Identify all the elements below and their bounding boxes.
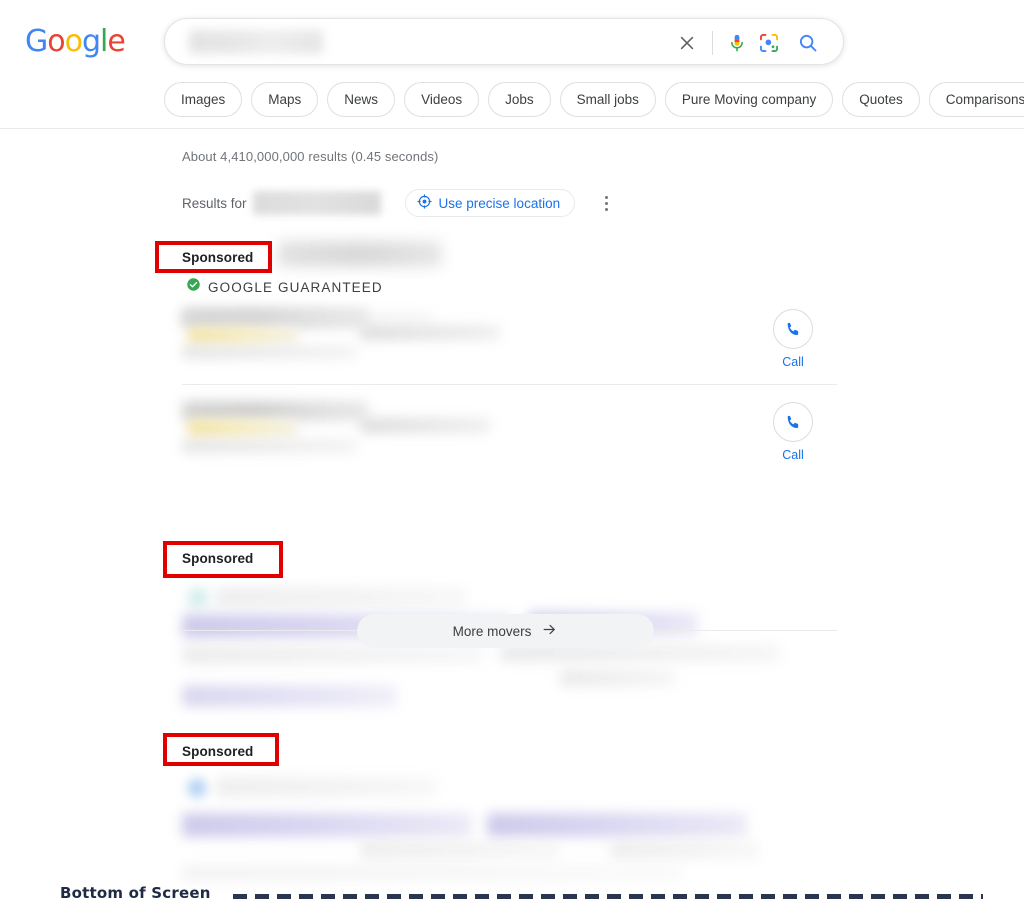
- call-button-2[interactable]: Call: [766, 402, 820, 462]
- search-icon[interactable]: [791, 27, 825, 59]
- logo-letter-g2: g: [81, 24, 101, 59]
- microphone-icon[interactable]: [722, 27, 752, 59]
- ad3-desc-redacted-b: [610, 841, 760, 859]
- chip-news[interactable]: News: [327, 82, 396, 117]
- ad2-site-redacted: [216, 587, 466, 607]
- bottom-of-screen-dashed-line: [233, 894, 983, 899]
- chip-jobs[interactable]: Jobs: [488, 82, 551, 117]
- chip-comparisons[interactable]: Comparisons: [928, 82, 1024, 117]
- chip-images[interactable]: Images: [164, 82, 243, 117]
- listing-meta-redacted-2b: [360, 418, 490, 433]
- results-for-label: Results for: [182, 195, 247, 211]
- ad3-title-redacted-a: [182, 813, 472, 837]
- chip-maps[interactable]: Maps: [251, 82, 319, 117]
- more-movers-button[interactable]: More movers: [357, 614, 654, 648]
- ad3-site-redacted: [216, 777, 436, 797]
- ad3-desc-redacted-a: [360, 841, 560, 859]
- use-precise-location-button[interactable]: Use precise location: [404, 189, 576, 217]
- listing-meta-redacted-1a: [182, 312, 432, 322]
- results-for-row: Results for Use precise location: [182, 189, 615, 217]
- call-label-2: Call: [782, 448, 804, 462]
- ad3-favicon-redacted: [186, 777, 208, 799]
- chip-quotes[interactable]: Quotes: [842, 82, 920, 117]
- chip-videos[interactable]: Videos: [404, 82, 480, 117]
- filter-chips: Images Maps News Videos Jobs Small jobs …: [164, 82, 1024, 117]
- annotation-box-sponsored-3: [163, 733, 279, 766]
- phone-icon-2: [773, 402, 813, 442]
- header-divider: [0, 128, 1024, 129]
- listing-name-redacted-2: [182, 401, 368, 421]
- more-options-icon[interactable]: [597, 189, 615, 217]
- call-label-1: Call: [782, 355, 804, 369]
- google-guaranteed-label: GOOGLE GUARANTEED: [208, 279, 383, 295]
- ad2-desc-redacted-a: [182, 646, 482, 664]
- google-guaranteed-badge: GOOGLE GUARANTEED: [186, 277, 383, 297]
- call-button-1[interactable]: Call: [766, 309, 820, 369]
- bottom-of-screen-label: Bottom of Screen: [60, 884, 211, 902]
- logo-letter-e: e: [107, 24, 125, 59]
- search-box[interactable]: [164, 18, 844, 65]
- chip-pure-moving-company[interactable]: Pure Moving company: [664, 82, 834, 117]
- verified-check-icon: [186, 277, 201, 297]
- location-value-redacted: [252, 191, 381, 215]
- ad-headline-redacted-1: [278, 241, 442, 267]
- ad3-desc-redacted-c: [182, 865, 682, 881]
- more-movers-label: More movers: [452, 623, 532, 639]
- phone-icon-1: [773, 309, 813, 349]
- listing-rating-redacted-2: [188, 420, 298, 437]
- search-input[interactable]: [189, 30, 323, 54]
- location-target-icon: [416, 194, 432, 212]
- logo-letter-l: l: [100, 24, 108, 59]
- search-box-actions: [671, 19, 825, 66]
- logo-letter-g: G: [25, 24, 48, 59]
- listing-rating-redacted-1: [188, 327, 298, 344]
- listing-meta-redacted-2c: [182, 439, 357, 453]
- ad2-desc-redacted-c: [560, 669, 675, 687]
- result-stats: About 4,410,000,000 results (0.45 second…: [182, 149, 439, 164]
- screenshot-root: Google Images Maps News Videos Jobs Smal…: [0, 0, 1024, 914]
- listing-meta-redacted-1c: [182, 345, 357, 359]
- arrow-right-icon: [541, 621, 558, 641]
- ad2-sitelink-redacted: [182, 685, 397, 707]
- logo-letter-o2: o: [64, 24, 83, 59]
- google-logo[interactable]: Google: [25, 24, 126, 59]
- use-precise-location-label: Use precise location: [438, 195, 561, 211]
- annotation-box-sponsored-1: [155, 241, 272, 273]
- google-lens-icon[interactable]: [752, 27, 786, 59]
- divider: [712, 30, 713, 55]
- ad3-title-redacted-b: [487, 813, 747, 837]
- annotation-box-sponsored-2: [163, 541, 283, 578]
- listing-divider-1: [182, 384, 837, 385]
- close-icon[interactable]: [671, 27, 703, 59]
- logo-letter-o1: o: [47, 24, 65, 59]
- ad2-favicon-redacted: [186, 587, 210, 609]
- chip-small-jobs[interactable]: Small jobs: [559, 82, 656, 117]
- search-header: Google Images Maps News Videos Jobs Smal…: [0, 0, 1024, 129]
- listing-meta-redacted-1b: [360, 325, 500, 340]
